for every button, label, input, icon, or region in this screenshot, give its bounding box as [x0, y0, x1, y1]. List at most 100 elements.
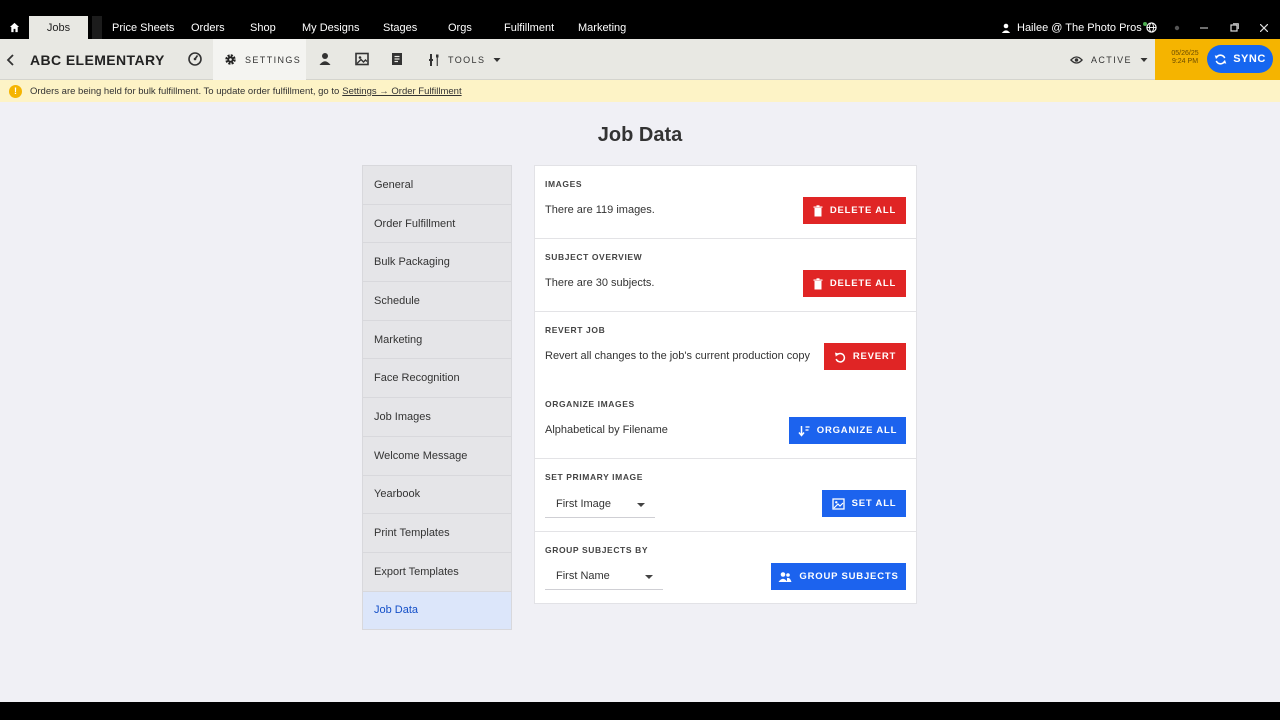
subjects-count: There are 30 subjects.: [545, 277, 655, 289]
sidebar-item-export-templates[interactable]: Export Templates: [363, 553, 511, 592]
nav-divider: [92, 16, 102, 39]
revert-button[interactable]: REVERT: [824, 343, 906, 370]
caret-down-icon: [637, 503, 645, 507]
organize-all-button[interactable]: ORGANIZE ALL: [789, 417, 906, 444]
job-data-panel: IMAGES There are 119 images. DELETE ALL …: [534, 165, 917, 604]
set-all-button[interactable]: SET ALL: [822, 490, 906, 517]
settings-sidebar: General Order Fulfillment Bulk Packaging…: [362, 165, 512, 631]
nav-price-sheets[interactable]: Price Sheets: [112, 16, 174, 39]
sort-down-icon: [798, 425, 810, 437]
select-value: First Image: [556, 498, 612, 510]
user-name: Hailee @ The Photo Pros: [1017, 21, 1142, 34]
status-label: ACTIVE: [1091, 54, 1132, 65]
section-title: SET PRIMARY IMAGE: [545, 472, 644, 482]
sidebar-item-print-templates[interactable]: Print Templates: [363, 514, 511, 553]
sidebar-item-welcome-message[interactable]: Welcome Message: [363, 437, 511, 476]
sidebar-item-face-recognition[interactable]: Face Recognition: [363, 359, 511, 399]
group-people-icon: [778, 571, 792, 582]
tools-label: TOOLS: [448, 54, 486, 65]
organize-method: Alphabetical by Filename: [545, 424, 668, 436]
sidebar-item-job-images[interactable]: Job Images: [363, 398, 511, 437]
bottom-bar: [0, 702, 1280, 720]
image-icon: [831, 497, 845, 510]
globe-icon[interactable]: [1143, 16, 1159, 39]
nav-stages[interactable]: Stages: [383, 16, 417, 39]
dashboard-gauge-icon[interactable]: [187, 51, 203, 67]
nav-my-designs[interactable]: My Designs: [302, 16, 359, 39]
sidebar-item-yearbook[interactable]: Yearbook: [363, 476, 511, 515]
section-title: ORGANIZE IMAGES: [545, 399, 635, 409]
eye-icon: [1070, 55, 1083, 64]
delete-all-subjects-button[interactable]: DELETE ALL: [803, 270, 906, 297]
primary-image-section: SET PRIMARY IMAGE First Image SET ALL: [535, 459, 916, 532]
button-label: GROUP SUBJECTS: [799, 571, 899, 582]
close-icon[interactable]: [1256, 16, 1272, 39]
nav-marketing[interactable]: Marketing: [578, 16, 626, 39]
fulfillment-notice: ! Orders are being held for bulk fulfill…: [0, 80, 1280, 102]
sync-area: 05/26/25 9:24 PM SYNC: [1155, 39, 1280, 80]
sidebar-item-schedule[interactable]: Schedule: [363, 282, 511, 321]
sidebar-item-job-data[interactable]: Job Data: [363, 591, 511, 631]
orders-book-icon[interactable]: [389, 51, 405, 67]
primary-image-select[interactable]: First Image: [545, 491, 655, 518]
revert-organize-section: REVERT JOB Revert all changes to the job…: [535, 312, 916, 459]
sidebar-item-order-fulfillment[interactable]: Order Fulfillment: [363, 205, 511, 244]
sync-button[interactable]: SYNC: [1207, 45, 1273, 73]
info-icon: !: [9, 84, 22, 98]
select-value: First Name: [556, 570, 610, 582]
notice-link[interactable]: Settings → Order Fulfillment: [342, 86, 461, 97]
delete-all-images-button[interactable]: DELETE ALL: [803, 197, 906, 224]
job-toolbar: ABC ELEMENTARY SETTINGS TOOLS ACTIVE 05/…: [0, 39, 1280, 80]
tab-jobs[interactable]: Jobs: [29, 16, 88, 39]
tab-settings[interactable]: SETTINGS: [213, 39, 306, 80]
section-title: REVERT JOB: [545, 325, 606, 335]
button-label: ORGANIZE ALL: [816, 425, 898, 436]
sidebar-item-bulk-packaging[interactable]: Bulk Packaging: [363, 243, 511, 283]
user-menu[interactable]: Hailee @ The Photo Pros: [1001, 16, 1147, 39]
back-chevron-icon[interactable]: [4, 51, 18, 69]
button-label: REVERT: [852, 351, 897, 362]
sidebar-item-marketing[interactable]: Marketing: [363, 321, 511, 360]
button-label: DELETE ALL: [829, 205, 897, 216]
nav-orders[interactable]: Orders: [191, 16, 225, 39]
images-count: There are 119 images.: [545, 204, 655, 216]
caret-down-icon: [645, 575, 653, 579]
user-icon: [1001, 23, 1011, 33]
nav-fulfillment[interactable]: Fulfillment: [504, 16, 554, 39]
page-title: Job Data: [597, 124, 683, 146]
chevron-down-icon: [1140, 57, 1148, 62]
group-subjects-button[interactable]: GROUP SUBJECTS: [771, 563, 906, 590]
notice-text: Orders are being held for bulk fulfillme…: [30, 85, 340, 97]
sync-date: 05/26/25: [1171, 50, 1199, 57]
nav-orgs[interactable]: Orgs: [448, 16, 472, 39]
maximize-icon[interactable]: [1226, 16, 1242, 39]
minimize-icon[interactable]: [1196, 16, 1212, 39]
status-dropdown[interactable]: ACTIVE: [1070, 39, 1148, 80]
nav-shop[interactable]: Shop: [250, 16, 276, 39]
images-section: IMAGES There are 119 images. DELETE ALL: [535, 166, 916, 239]
section-title: IMAGES: [545, 179, 583, 189]
subjects-person-icon[interactable]: [317, 51, 333, 67]
tools-menu[interactable]: TOOLS: [427, 39, 501, 80]
group-subjects-section: GROUP SUBJECTS BY First Name GROUP SUBJE…: [535, 532, 916, 605]
sidebar-item-general[interactable]: General: [363, 166, 511, 205]
gear-icon: [225, 54, 236, 65]
tools-wrench-icon: [429, 53, 439, 66]
job-name: ABC ELEMENTARY: [30, 51, 165, 68]
trash-icon: [813, 204, 823, 216]
status-dot-icon: [1169, 16, 1185, 39]
last-sync-time: 05/26/25 9:24 PM: [1155, 50, 1215, 66]
sync-time: 9:24 PM: [1171, 58, 1199, 65]
sync-icon: [1214, 53, 1227, 65]
top-nav: Jobs Price Sheets Orders Shop My Designs…: [0, 16, 1280, 39]
undo-icon: [834, 352, 845, 363]
photos-gallery-icon[interactable]: [354, 51, 370, 67]
section-title: GROUP SUBJECTS BY: [545, 545, 649, 555]
button-label: DELETE ALL: [829, 278, 897, 289]
home-icon[interactable]: [0, 16, 28, 39]
subject-overview-section: SUBJECT OVERVIEW There are 30 subjects. …: [535, 239, 916, 312]
section-title: SUBJECT OVERVIEW: [545, 252, 643, 262]
sync-label: SYNC: [1233, 53, 1266, 65]
button-label: SET ALL: [851, 498, 897, 509]
group-subjects-select[interactable]: First Name: [545, 563, 663, 590]
